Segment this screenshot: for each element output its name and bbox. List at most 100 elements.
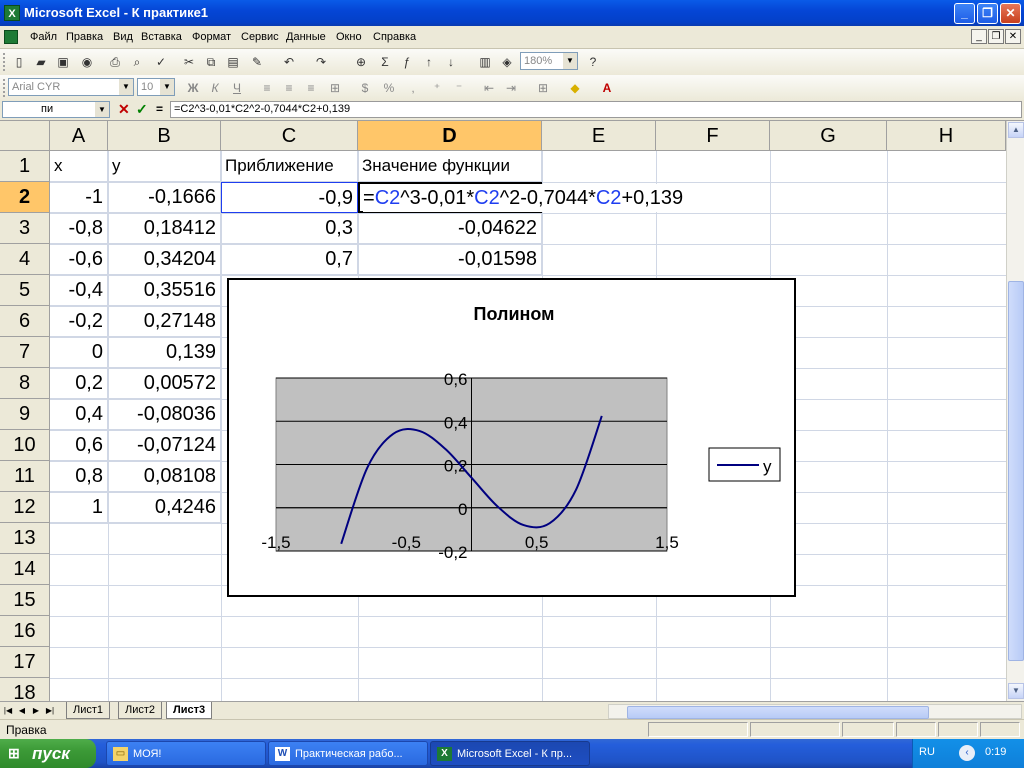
cell-a2[interactable]: -1 xyxy=(50,182,108,213)
restore-button[interactable]: ❐ xyxy=(977,3,998,24)
cell-b1[interactable]: y xyxy=(108,151,221,182)
cell-b11[interactable]: 0,08108 xyxy=(108,461,221,492)
zoom-select[interactable]: 180% ▼ xyxy=(520,52,578,70)
undo-icon[interactable]: ↶ xyxy=(280,53,298,71)
next-sheet-icon[interactable]: ▶ xyxy=(30,704,42,717)
scroll-down-button[interactable]: ▼ xyxy=(1008,683,1024,699)
taskbar-item-excel[interactable]: X Microsoft Excel - К пр... xyxy=(430,741,590,766)
save-icon[interactable]: ▣ xyxy=(54,53,72,71)
menu-data[interactable]: Данные xyxy=(286,31,326,43)
toolbar-grip[interactable] xyxy=(3,53,8,71)
decrease-indent-icon[interactable]: ⇤ xyxy=(480,79,498,97)
cell-b12[interactable]: 0,4246 xyxy=(108,492,221,523)
cell-a1[interactable]: x xyxy=(50,151,108,182)
cell-c4[interactable]: 0,7 xyxy=(221,244,358,275)
menu-window[interactable]: Окно xyxy=(336,31,362,43)
font-color-icon[interactable]: A xyxy=(598,79,616,97)
underline-icon[interactable]: Ч xyxy=(228,79,246,97)
doc-restore-button[interactable]: ❐ xyxy=(988,29,1004,44)
align-left-icon[interactable]: ≡ xyxy=(258,79,276,97)
cell-b7[interactable]: 0,139 xyxy=(108,337,221,368)
hyperlink-icon[interactable]: ⊕ xyxy=(352,53,370,71)
menu-file[interactable]: Файл xyxy=(30,31,57,43)
cell-a10[interactable]: 0,6 xyxy=(50,430,108,461)
cell-a6[interactable]: -0,2 xyxy=(50,306,108,337)
bold-icon[interactable]: Ж xyxy=(184,79,202,97)
increase-indent-icon[interactable]: ⇥ xyxy=(502,79,520,97)
menu-help[interactable]: Справка xyxy=(373,31,416,43)
cell-b10[interactable]: -0,07124 xyxy=(108,430,221,461)
align-right-icon[interactable]: ≡ xyxy=(302,79,320,97)
horizontal-scrollbar[interactable] xyxy=(608,704,1022,719)
cell-b3[interactable]: 0,18412 xyxy=(108,213,221,244)
name-box[interactable]: пи ▼ xyxy=(2,101,110,118)
sheet-tab-1[interactable]: Лист1 xyxy=(66,702,111,719)
font-name-select[interactable]: Arial CYR ▼ xyxy=(8,78,134,96)
workbook-icon[interactable] xyxy=(4,30,18,44)
cell-d1[interactable]: Значение функции xyxy=(358,151,542,182)
currency-icon[interactable]: $ xyxy=(356,79,374,97)
cell-a3[interactable]: -0,8 xyxy=(50,213,108,244)
vertical-scrollbar[interactable]: ▲ ▼ xyxy=(1006,121,1024,701)
cell-c1[interactable]: Приближение xyxy=(221,151,358,182)
chevron-down-icon[interactable]: ▼ xyxy=(563,53,577,69)
cell-d2-editing[interactable]: =C2^3-0,01*C2^2-0,7044*C2+0,139 xyxy=(358,182,688,213)
format-painter-icon[interactable]: ✎ xyxy=(248,53,266,71)
scroll-up-button[interactable]: ▲ xyxy=(1008,122,1024,138)
cell-a12[interactable]: 1 xyxy=(50,492,108,523)
copy-icon[interactable]: ⧉ xyxy=(202,53,220,71)
minimize-button[interactable]: _ xyxy=(954,3,975,24)
taskbar-item-folder[interactable]: ▭ МОЯ! xyxy=(106,741,266,766)
prev-sheet-icon[interactable]: ◀ xyxy=(16,704,28,717)
insert-function-icon[interactable]: = xyxy=(156,102,163,116)
menu-view[interactable]: Вид xyxy=(113,31,133,43)
print-icon[interactable]: ⎙ xyxy=(106,53,124,71)
print-preview-icon[interactable]: ⌕ xyxy=(128,53,146,71)
vertical-scroll-thumb[interactable] xyxy=(1008,281,1024,661)
thousands-icon[interactable]: , xyxy=(404,79,422,97)
chevron-down-icon[interactable]: ▼ xyxy=(119,79,133,95)
paste-icon[interactable]: ▤ xyxy=(224,53,242,71)
percent-icon[interactable]: % xyxy=(380,79,398,97)
font-size-select[interactable]: 10 ▼ xyxy=(137,78,175,96)
new-icon[interactable]: ▯ xyxy=(10,53,28,71)
cell-a5[interactable]: -0,4 xyxy=(50,275,108,306)
cell-d3[interactable]: -0,04622 xyxy=(358,213,542,244)
cell-a9[interactable]: 0,4 xyxy=(50,399,108,430)
permission-icon[interactable]: ◉ xyxy=(78,53,96,71)
borders-icon[interactable]: ⊞ xyxy=(534,79,552,97)
cancel-icon[interactable]: ✕ xyxy=(118,101,130,118)
embedded-chart[interactable]: Полином -1,5 -0,5 0,5 1,5 0,6 0,4 0,2 0 -0,2 y xyxy=(227,278,796,597)
function-icon[interactable]: ƒ xyxy=(398,53,416,71)
cell-b5[interactable]: 0,35516 xyxy=(108,275,221,306)
cell-b8[interactable]: 0,00572 xyxy=(108,368,221,399)
legend[interactable]: y xyxy=(708,447,781,482)
menu-format[interactable]: Формат xyxy=(192,31,231,43)
menu-tools[interactable]: Сервис xyxy=(241,31,279,43)
decrease-decimal-icon[interactable]: ⁻ xyxy=(450,79,468,97)
menu-insert[interactable]: Вставка xyxy=(141,31,182,43)
cell-d4[interactable]: -0,01598 xyxy=(358,244,542,275)
horizontal-scroll-thumb[interactable] xyxy=(627,706,929,719)
cell-a11[interactable]: 0,8 xyxy=(50,461,108,492)
italic-icon[interactable]: К xyxy=(206,79,224,97)
redo-icon[interactable]: ↷ xyxy=(312,53,330,71)
cell-c2[interactable]: -0,9 xyxy=(221,182,358,213)
formula-input[interactable]: =C2^3-0,01*C2^2-0,7044*C2+0,139 xyxy=(170,101,1022,118)
autosum-icon[interactable]: Σ xyxy=(376,53,394,71)
spelling-icon[interactable]: ✓ xyxy=(152,53,170,71)
close-button[interactable]: ✕ xyxy=(1000,3,1021,24)
enter-icon[interactable]: ✓ xyxy=(136,101,148,118)
drawing-icon[interactable]: ◈ xyxy=(498,53,516,71)
open-icon[interactable]: ▰ xyxy=(32,53,50,71)
first-sheet-icon[interactable]: |◀ xyxy=(2,704,14,717)
taskbar-item-word[interactable]: W Практическая рабо... xyxy=(268,741,428,766)
start-button[interactable]: ⊞ пуск xyxy=(0,739,96,768)
excel-app-icon[interactable]: X xyxy=(4,5,20,21)
doc-close-button[interactable]: ✕ xyxy=(1005,29,1021,44)
menu-edit[interactable]: Правка xyxy=(66,31,103,43)
chart-title[interactable]: Полином xyxy=(474,304,555,324)
cell-b4[interactable]: 0,34204 xyxy=(108,244,221,275)
cell-a7[interactable]: 0 xyxy=(50,337,108,368)
help-icon[interactable]: ? xyxy=(584,53,602,71)
